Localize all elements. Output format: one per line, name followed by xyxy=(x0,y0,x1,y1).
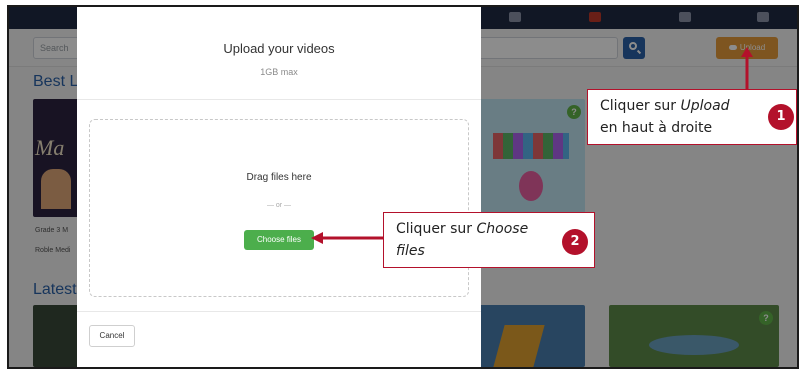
callout-line: files xyxy=(396,241,425,261)
arrow-to-upload xyxy=(741,47,753,89)
arrow-to-choose-files xyxy=(311,232,383,244)
callout-emphasis: Upload xyxy=(680,98,730,114)
step-number-badge: 2 xyxy=(562,229,588,255)
step-number-badge: 1 xyxy=(768,104,794,130)
callout-line: Cliquer sur Choose xyxy=(396,219,528,239)
callout-line: Cliquer sur Upload xyxy=(600,96,730,116)
screenshot-frame: Search Upload Best L Ma Grade 3 M Roble … xyxy=(7,5,799,369)
callout-text: Cliquer sur xyxy=(396,221,477,237)
annotation-arrows xyxy=(311,47,753,244)
callout-text: Cliquer sur xyxy=(600,98,681,114)
callout-choose-files: Cliquer sur Choose files 2 xyxy=(383,212,595,268)
callout-emphasis: Choose xyxy=(476,221,529,237)
callout-emphasis: files xyxy=(396,243,425,259)
callout-upload: Cliquer sur Upload en haut à droite 1 xyxy=(587,89,797,145)
callout-text: en haut à droite xyxy=(600,120,713,136)
